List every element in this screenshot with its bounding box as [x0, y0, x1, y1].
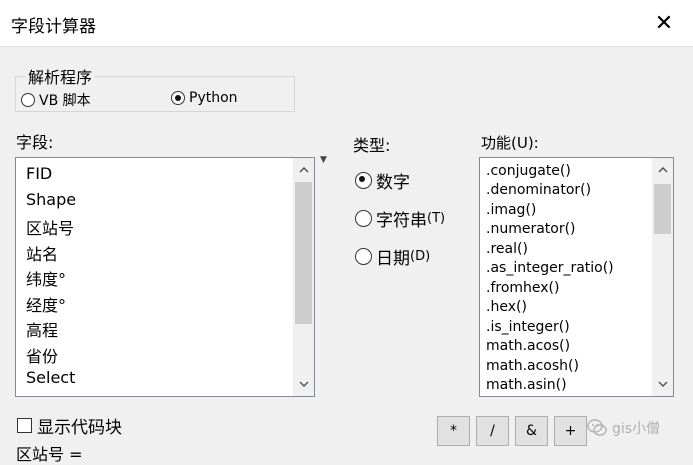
fields-label: 字段: — [16, 133, 54, 152]
show-codeblock-checkbox[interactable]: 显示代码块 — [17, 413, 122, 438]
function-item[interactable]: .as_integer_ratio() — [486, 260, 614, 276]
function-item[interactable]: .real() — [486, 241, 528, 257]
field-item-latitude[interactable]: 纬度° — [26, 266, 66, 290]
parser-vbscript-radio[interactable]: VB 脚本 — [21, 90, 91, 110]
parser-legend: 解析程序 — [28, 68, 93, 87]
plus-button[interactable]: + — [554, 416, 587, 446]
field-item-select[interactable]: Select — [26, 368, 75, 387]
type-string-label: 字符串 — [376, 211, 427, 231]
type-string-hotkey: (T) — [427, 211, 446, 226]
function-item[interactable]: math.asin() — [486, 377, 567, 393]
show-codeblock-label: 显示代码块 — [37, 418, 122, 438]
field-item-longitude[interactable]: 经度° — [26, 292, 66, 316]
title-bar: 字段计算器 ✕ — [0, 0, 693, 47]
type-number-radio[interactable]: 数字 — [355, 168, 410, 193]
watermark: gis小僧 — [586, 414, 682, 442]
type-date-hotkey: (D) — [410, 249, 431, 264]
function-item[interactable]: math.acosh() — [486, 358, 579, 374]
field-item-station-name[interactable]: 站名 — [26, 241, 58, 265]
checkbox-indicator — [17, 418, 32, 433]
field-item-province[interactable]: 省份 — [26, 343, 58, 367]
chevron-down-icon[interactable] — [293, 374, 314, 394]
function-item[interactable]: .is_integer() — [486, 319, 570, 335]
wechat-icon — [587, 419, 607, 436]
chevron-up-icon[interactable] — [652, 160, 673, 180]
type-date-label: 日期 — [376, 249, 410, 269]
expression-label: 区站号 = — [16, 445, 83, 464]
window-title: 字段计算器 — [11, 17, 96, 37]
parser-python-radio[interactable]: Python — [171, 90, 238, 106]
radio-indicator — [171, 91, 185, 105]
types-label: 类型: — [353, 136, 391, 155]
radio-indicator — [355, 248, 372, 265]
functions-scrollbar[interactable] — [652, 158, 673, 396]
type-date-radio[interactable]: 日期 (D) — [355, 244, 430, 269]
radio-indicator — [21, 93, 35, 107]
divide-button[interactable]: / — [476, 416, 509, 446]
parser-vbscript-label: VB 脚本 — [39, 93, 91, 109]
chevron-up-icon[interactable] — [293, 160, 314, 180]
function-item[interactable]: .conjugate() — [486, 163, 571, 179]
function-item[interactable]: .hex() — [486, 299, 527, 315]
fields-scroll-thumb[interactable] — [295, 182, 312, 324]
function-item[interactable]: math.acos() — [486, 338, 570, 354]
fields-listbox[interactable]: FID Shape 区站号 站名 纬度° 经度° 高程 省份 Select — [15, 157, 315, 397]
triangle-down-icon[interactable]: ▼ — [320, 155, 327, 165]
radio-indicator — [355, 210, 372, 227]
radio-indicator — [355, 172, 372, 189]
type-string-radio[interactable]: 字符串 (T) — [355, 206, 445, 231]
function-item[interactable]: .fromhex() — [486, 280, 559, 296]
functions-scroll-thumb[interactable] — [654, 184, 671, 234]
field-item-shape[interactable]: Shape — [26, 190, 76, 209]
close-icon[interactable]: ✕ — [635, 0, 693, 46]
field-item-fid[interactable]: FID — [26, 164, 52, 183]
functions-label: 功能(U): — [481, 134, 539, 152]
parser-python-label: Python — [189, 90, 238, 106]
watermark-text: gis小僧 — [612, 421, 661, 437]
ampersand-button[interactable]: & — [515, 416, 548, 446]
field-item-station-id[interactable]: 区站号 — [26, 215, 74, 239]
type-number-label: 数字 — [376, 173, 410, 193]
function-item[interactable]: .numerator() — [486, 221, 576, 237]
functions-listbox[interactable]: .conjugate() .denominator() .imag() .num… — [479, 157, 674, 397]
function-item[interactable]: .denominator() — [486, 182, 591, 198]
fields-scrollbar[interactable] — [293, 158, 314, 396]
field-item-elevation[interactable]: 高程 — [26, 317, 58, 341]
function-item[interactable]: .imag() — [486, 202, 536, 218]
chevron-down-icon[interactable] — [652, 374, 673, 394]
multiply-button[interactable]: * — [437, 416, 470, 446]
